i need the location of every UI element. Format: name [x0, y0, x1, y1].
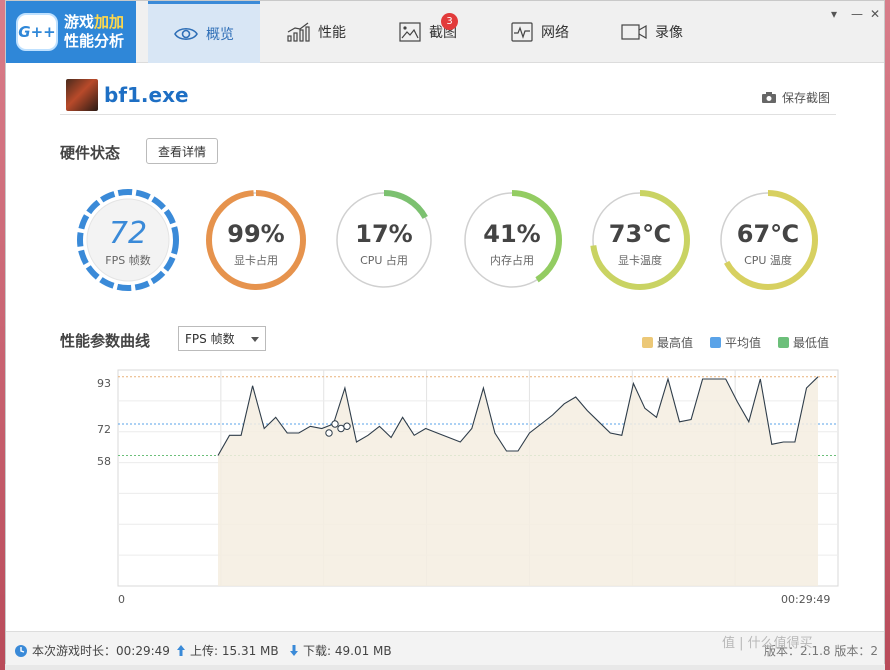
x-tick-start: 0: [118, 593, 125, 606]
x-tick-end: 00:29:49: [781, 593, 831, 606]
legend-min: 最低值: [778, 334, 829, 351]
memory-usage-gauge: 41% 内存占用: [458, 186, 566, 294]
tab-screenshots[interactable]: 截图 3: [372, 1, 484, 63]
minimize-button[interactable]: —: [851, 7, 863, 21]
gpu-temp-label: 显卡温度: [618, 254, 662, 267]
upload-text: 上传: 15.31 MB: [190, 644, 279, 658]
top-bar: G++ 游戏加加 性能分析 概览 性能 截图 3 网络 录像 ▾ — ✕: [6, 1, 884, 63]
fps-value: 72: [108, 216, 148, 251]
fps-chart: [117, 369, 839, 587]
tab-network-label: 网络: [541, 25, 569, 41]
save-screenshot-label: 保存截图: [781, 91, 830, 105]
video-camera-icon: [621, 24, 647, 40]
cpu-temp-value: 67℃: [736, 220, 800, 248]
picture-icon: [399, 22, 421, 42]
cpu-temp-label: CPU 温度: [744, 254, 792, 267]
legend-min-swatch: [778, 337, 789, 348]
bar-trend-icon: [287, 22, 310, 42]
menu-dropdown-button[interactable]: ▾: [831, 7, 837, 21]
hardware-status-title: 硬件状态: [60, 144, 121, 162]
y-tick-max: 93: [97, 377, 111, 390]
camera-icon: [761, 92, 776, 103]
game-duration: 本次游戏时长：00:29:49: [14, 642, 170, 659]
y-tick-min: 58: [97, 455, 111, 468]
logo-text-a: 游戏: [64, 13, 95, 31]
logo-badge: G++: [16, 13, 58, 51]
tab-recording-label: 录像: [655, 25, 683, 41]
upload-arrow-icon: [177, 645, 185, 656]
cpu-temp-gauge: 67℃ CPU 温度: [714, 186, 822, 294]
tab-recording[interactable]: 录像: [596, 1, 708, 63]
backdrop-right: [885, 0, 890, 670]
memory-usage-label: 内存占用: [490, 254, 534, 267]
metric-select[interactable]: FPS 帧数: [178, 326, 266, 351]
tab-overview-label: 概览: [206, 26, 234, 43]
legend-max-swatch: [642, 337, 653, 348]
legend-min-label: 最低值: [793, 336, 830, 350]
metric-select-value: FPS 帧数: [185, 332, 235, 346]
cpu-usage-value: 17%: [355, 220, 413, 248]
logo-text: 游戏加加 性能分析: [64, 13, 124, 51]
eye-icon: [174, 27, 198, 40]
tab-overview[interactable]: 概览: [148, 1, 260, 63]
screenshot-count-badge: 3: [441, 13, 458, 30]
gpu-temp-value: 73℃: [608, 220, 672, 248]
fps-point-marker: [331, 420, 339, 428]
legend-avg-label: 平均值: [725, 336, 762, 350]
pulse-icon: [511, 22, 533, 42]
hardware-gauges: 72 FPS 帧数 99% 显卡占用 17% CPU 占用 41% 内存占用 7…: [74, 186, 834, 298]
tab-performance-label: 性能: [318, 25, 346, 41]
upload-stat: 上传: 15.31 MB: [176, 642, 279, 659]
watermark: 值 | 什么值得买: [722, 636, 813, 651]
chevron-down-icon: [251, 337, 259, 342]
legend-max-label: 最高值: [657, 336, 694, 350]
clock-icon: [15, 644, 27, 657]
main-tabs: 概览 性能 截图 3 网络 录像: [148, 1, 708, 63]
legend-avg: 平均值: [710, 334, 761, 351]
fps-gauge: 72 FPS 帧数: [74, 186, 182, 294]
close-button[interactable]: ✕: [870, 7, 880, 21]
app-window: G++ 游戏加加 性能分析 概览 性能 截图 3 网络 录像 ▾ — ✕ bf1…: [5, 0, 885, 665]
game-avatar: [66, 79, 98, 111]
app-logo: G++ 游戏加加 性能分析: [6, 1, 136, 63]
gpu-usage-label: 显卡占用: [234, 254, 278, 267]
cpu-usage-label: CPU 占用: [360, 254, 408, 267]
process-name: bf1.exe: [104, 83, 189, 107]
memory-usage-value: 41%: [483, 220, 541, 248]
download-stat: 下载: 49.01 MB: [289, 642, 392, 659]
save-screenshot-button[interactable]: 保存截图: [761, 89, 830, 106]
y-tick-avg: 72: [97, 423, 111, 436]
legend-avg-swatch: [710, 337, 721, 348]
game-duration-text: 本次游戏时长：00:29:49: [32, 644, 170, 658]
gpu-usage-gauge: 99% 显卡占用: [202, 186, 310, 294]
logo-text-b: 加加: [94, 13, 125, 31]
app-header: bf1.exe 保存截图: [60, 77, 836, 115]
fps-point-marker: [325, 429, 333, 437]
gpu-usage-value: 99%: [227, 220, 285, 248]
performance-curve-title: 性能参数曲线: [60, 332, 151, 350]
gpu-temp-gauge: 73℃ 显卡温度: [586, 186, 694, 294]
fps-label: FPS 帧数: [105, 254, 151, 267]
download-arrow-icon: [290, 645, 298, 656]
download-text: 下载: 49.01 MB: [303, 644, 392, 658]
legend-max: 最高值: [642, 334, 693, 351]
view-details-button[interactable]: 查看详情: [146, 138, 218, 164]
cpu-usage-gauge: 17% CPU 占用: [330, 186, 438, 294]
logo-text-line2: 性能分析: [64, 32, 125, 50]
fps-point-marker: [343, 422, 351, 430]
tab-performance[interactable]: 性能: [260, 1, 372, 63]
tab-network[interactable]: 网络: [484, 1, 596, 63]
fps-point-marker: [337, 424, 345, 433]
